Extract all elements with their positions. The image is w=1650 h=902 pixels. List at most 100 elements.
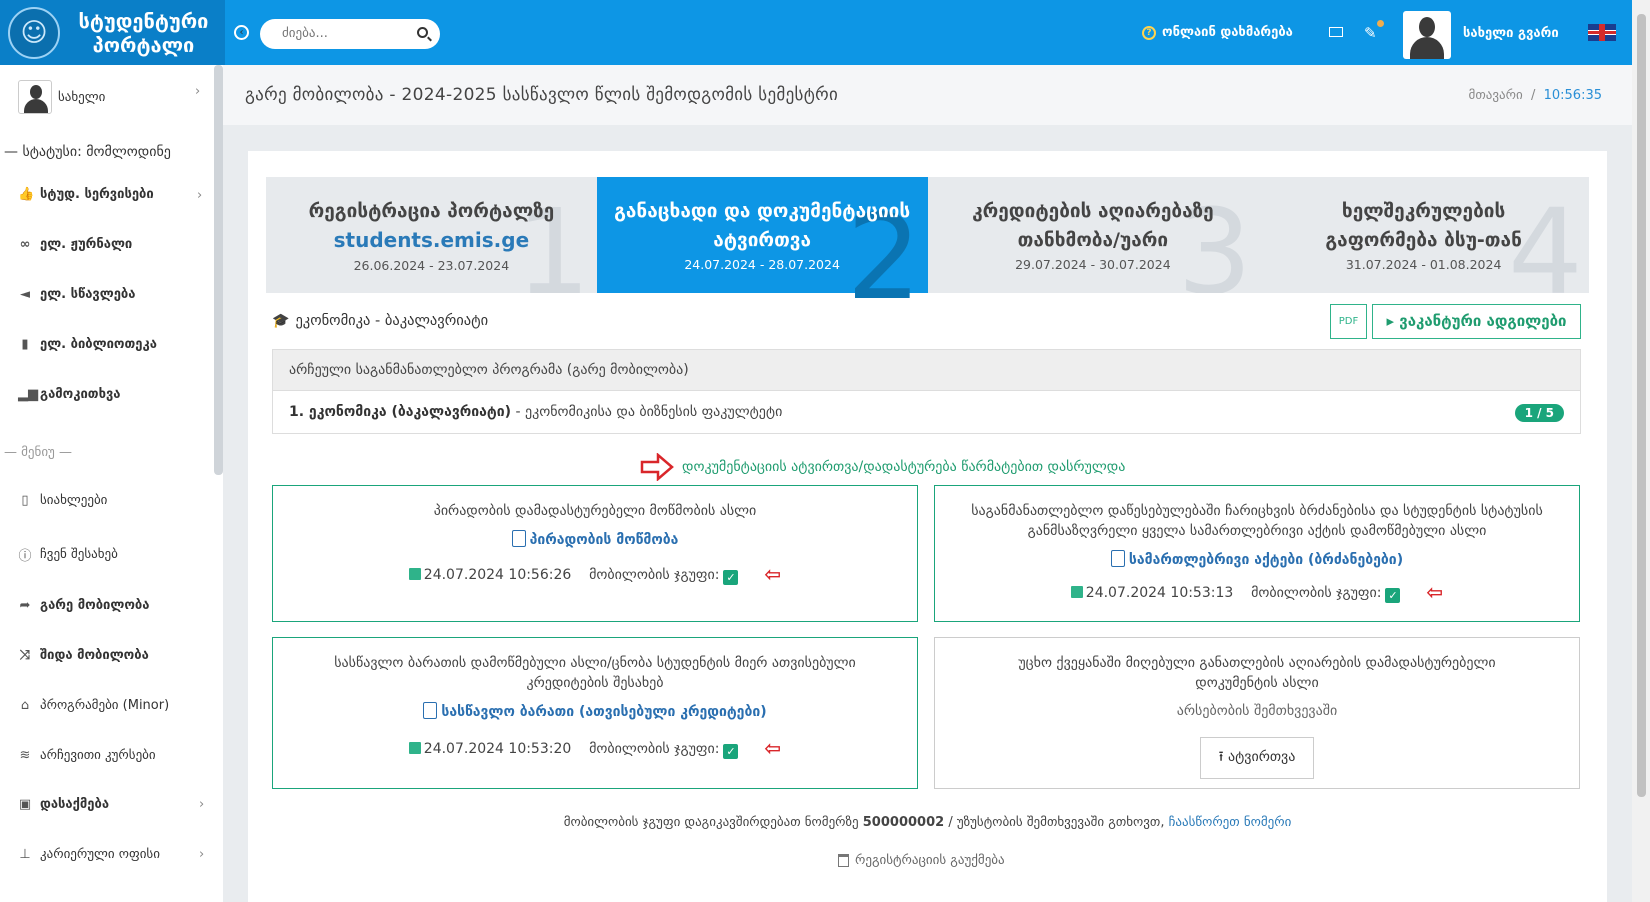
sidebar-scrollbar[interactable] [214, 65, 223, 475]
pdf-button[interactable]: PDF [1330, 304, 1367, 339]
mail-icon[interactable] [1329, 27, 1343, 37]
online-help-link[interactable]: ? ონლაინ დახმარება [1142, 25, 1293, 40]
document-note: არსებობის შემთხვევაში [1176, 703, 1338, 719]
sidebar-user[interactable]: სახელი [18, 80, 105, 114]
logo[interactable]: ☺ სტუდენტური პორტალი [0, 0, 225, 65]
document-description: საგანმანათლებლო დაწესებულებაში ჩარიცხვის… [971, 503, 1543, 539]
breadcrumb-separator: / [1530, 88, 1536, 103]
document-link[interactable]: სამართლებრივი აქტები (ბრძანებები) [935, 550, 1579, 568]
logo-line-1: სტუდენტური [78, 9, 209, 33]
sidebar-item-news[interactable]: ▯ სიახლეები [18, 493, 107, 508]
briefcase-icon: ▣ [18, 797, 32, 812]
avatar[interactable] [1403, 11, 1451, 59]
mobility-group-label: მობილობის ჯგუფი: [589, 567, 720, 583]
checkbox-checked-icon: ✓ [723, 744, 739, 759]
sidebar-item-internal-mobility[interactable]: ⤨ შიდა მობილობა [18, 648, 149, 663]
step-1: 1 რეგისტრაცია პორტალზე students.emis.ge 2… [266, 177, 597, 293]
sidebar-item-about[interactable]: ⓘ ჩვენ შესახებ [18, 545, 117, 564]
sidebar-item-minor-programs[interactable]: ⌂ პროგრამები (Minor) [18, 698, 169, 713]
question-icon: ? [1142, 25, 1156, 40]
calendar-icon [408, 568, 421, 580]
arrow-left-icon: ⇦ [764, 562, 782, 586]
search-input[interactable] [282, 26, 412, 41]
document-box-id: პირადობის დამადასტურებელი მოწმობის ასლი … [272, 485, 918, 622]
upload-icon: ⭱ [1218, 749, 1224, 765]
pdf-file-icon [1110, 550, 1125, 567]
success-text: დოკუმენტაციის ატვირთვა/დადასტურება წარმა… [682, 459, 1126, 475]
edit-icon[interactable]: ✎ [1364, 24, 1377, 42]
sidebar-item-label: დასაქმება [40, 797, 110, 812]
step-3: 3 კრედიტების აღიარებაზე თანხმობა/უარი 29… [927, 177, 1259, 293]
chevron-right-icon: › [199, 797, 205, 812]
document-meta: 24.07.2024 10:56:26 მობილობის ჯგუფი: ✓ ⇦ [273, 562, 917, 586]
trash-icon [838, 854, 849, 867]
search-icon[interactable] [417, 27, 428, 38]
sidebar-item-e-learning[interactable]: ◄ ელ. სწავლება [18, 287, 135, 302]
step-title: კრედიტების აღიარებაზე თანხმობა/უარი [972, 200, 1214, 251]
sidebar-item-label: კარიერული ოფისი [40, 847, 160, 862]
document-meta: 24.07.2024 10:53:13 მობილობის ჯგუფი: ✓ ⇦ [935, 580, 1579, 604]
mobility-contact-note: მობილობის ჯგუფი დაგიკავშირდებათ ნომერზე … [250, 815, 1605, 830]
megaphone-icon: ◄ [20, 287, 30, 302]
phone-number: 500000002 [862, 815, 945, 830]
graduation-cap-icon: ⌂ [20, 698, 30, 713]
chevron-right-icon: › [197, 188, 203, 203]
document-link[interactable]: სასწავლო ბარათი (ათვისებული კრედიტები) [273, 702, 917, 720]
vacancies-button[interactable]: ▸ ვაკანტური ადგილები [1372, 304, 1581, 339]
shuffle-icon: ⤨ [19, 648, 31, 663]
document-file-name: პირადობის მოწმობა [529, 532, 679, 548]
checkbox-checked-icon: ✓ [1385, 588, 1401, 603]
upload-datetime: 24.07.2024 10:56:26 [423, 567, 572, 583]
logo-line-2: პორტალი [92, 33, 195, 57]
cancel-registration-button[interactable]: რეგისტრაციის გაუქმება [838, 853, 1005, 868]
step-title: განაცხადი და დოკუმენტაციის ატვირთვა [614, 200, 911, 251]
document-meta: 24.07.2024 10:53:20 მობილობის ჯგუფი: ✓ ⇦ [273, 736, 917, 760]
cancel-registration-label: რეგისტრაციის გაუქმება [855, 853, 1005, 868]
database-icon: ≋ [19, 748, 31, 763]
status-text: — სტატუსი: მომლოდინე [4, 144, 171, 160]
menu-heading: — მენიუ — [4, 445, 72, 460]
share-icon: ➦ [19, 598, 31, 613]
upload-datetime: 24.07.2024 10:53:20 [423, 741, 572, 757]
document-file-name: სასწავლო ბარათი (ათვისებული კრედიტები) [441, 704, 767, 720]
page-scrollbar-thumb[interactable] [1637, 14, 1646, 797]
user-name[interactable]: სახელი გვარი [1463, 26, 1559, 41]
upload-label: ატვირთვა [1228, 749, 1296, 765]
step-date: 26.06.2024 - 23.07.2024 [353, 258, 510, 273]
correct-number-link[interactable]: ჩაასწორეთ ნომერი [1169, 815, 1292, 830]
sidebar-avatar [18, 80, 52, 114]
sidebar-item-career-office[interactable]: ⊥ კარიერული ოფისი [18, 847, 160, 862]
sidebar-item-label: პროგრამები (Minor) [40, 698, 170, 713]
search-box[interactable] [260, 19, 440, 49]
document-description: უცხო ქვეყანაში მიღებული განათლების აღიარ… [1018, 655, 1496, 691]
breadcrumb-home[interactable]: მთავარი [1469, 88, 1523, 103]
uk-flag-icon[interactable] [1588, 24, 1616, 41]
upload-button[interactable]: ⭱ ატვირთვა [1199, 737, 1315, 779]
arrow-left-icon: ⇦ [764, 736, 782, 760]
clock-time: 10:56:35 [1543, 88, 1602, 103]
sidebar-user-name: სახელი [58, 89, 106, 105]
collapse-sidebar-icon[interactable]: ‹ [234, 25, 249, 40]
sidebar-item-survey[interactable]: ▂▆ გამოკითხვა [18, 387, 121, 402]
thumbs-up-icon: 👍 [18, 187, 35, 202]
sidebar-item-student-services[interactable]: 👍 სტუდ. სერვისები [18, 187, 154, 202]
online-help-label: ონლაინ დახმარება [1162, 25, 1293, 40]
sidebar-item-employment[interactable]: ▣ დასაქმება [18, 797, 109, 812]
emblem-icon: ☺ [8, 7, 60, 59]
sidebar-item-label: ელ. ბიბლიოთეკა [40, 337, 157, 352]
note-suffix: / უზუსტობის შემთხვევაში გთხოვთ, [944, 815, 1169, 830]
sidebar-item-elective-courses[interactable]: ≋ არჩევითი კურსები [18, 748, 156, 763]
program-label: 🎓 ეკონომიკა - ბაკალავრიატი [272, 313, 488, 329]
document-box-legal-acts: საგანმანათლებლო დაწესებულებაში ჩარიცხვის… [934, 485, 1580, 622]
checkbox-checked-icon: ✓ [723, 570, 739, 585]
arrow-right-icon [640, 453, 674, 481]
sidebar-item-label: სტუდ. სერვისები [40, 187, 154, 202]
step-4: 4 ხელშეკრულების გაფორმება ბსუ-თან 31.07.… [1258, 177, 1589, 293]
sidebar-item-external-mobility[interactable]: ➦ გარე მობილობა [18, 598, 150, 613]
sidebar-item-journal[interactable]: ∞ ელ. ჟურნალი [18, 237, 133, 252]
document-link[interactable]: პირადობის მოწმობა [273, 530, 917, 548]
sidebar-item-library[interactable]: ▮ ელ. ბიბლიოთეკა [18, 337, 157, 352]
students-emis-link[interactable]: students.emis.ge [334, 228, 530, 252]
vacancies-label: ვაკანტური ადგილები [1399, 312, 1567, 330]
breadcrumb: მთავარი / 10:56:35 [1469, 88, 1602, 103]
